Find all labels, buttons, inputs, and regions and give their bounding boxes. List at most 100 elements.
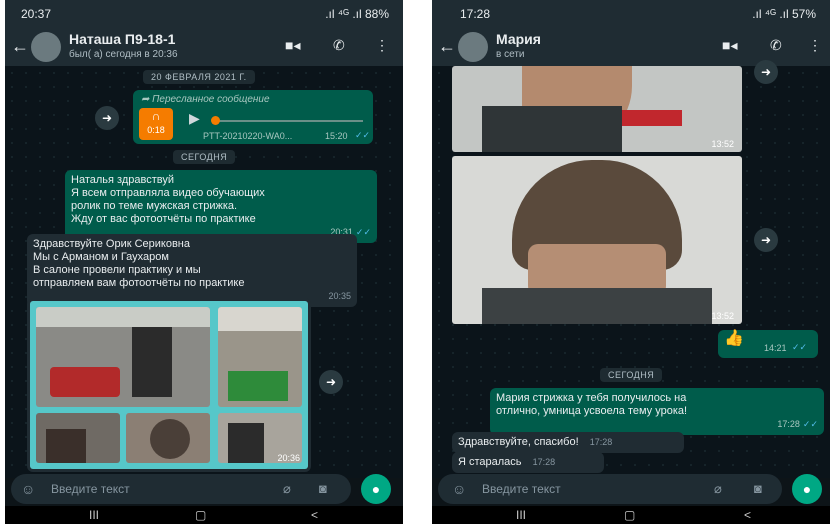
message-line: отправляем вам фотоотчёты по практике: [33, 277, 245, 289]
sticker-message[interactable]: 👍 14:21 ✓✓: [718, 330, 818, 358]
message-line: отлично, умница усвоела тему урока!: [496, 405, 688, 417]
back-arrow-icon[interactable]: ←: [438, 36, 456, 57]
audio-progress-handle[interactable]: [211, 116, 220, 125]
message-line: Жду от вас фотоотчёты по практике: [71, 213, 256, 225]
double-check-icon: ✓✓: [355, 227, 371, 237]
message-text: Я старалась: [458, 456, 522, 468]
photo-tile: [218, 307, 302, 407]
message-time: 17:28: [589, 437, 613, 447]
message-time: 13:52: [711, 311, 734, 321]
message-time: 15:20: [325, 131, 348, 141]
incoming-message[interactable]: Я старалась 17:28: [452, 452, 604, 473]
mic-icon: ●: [802, 481, 812, 497]
status-bar: 20:37 .ıl ⁴ᴳ .ıl 88%: [5, 0, 403, 28]
message-list[interactable]: 13:52 ➜ 13:52 ➜ 👍 14:21 ✓✓ СЕГОДНЯ Мария…: [432, 60, 830, 478]
phone-icon[interactable]: ✆: [333, 37, 345, 54]
message-input-bar[interactable]: ☺ Введите текст ⌀ ◙: [438, 474, 782, 504]
chat-header: ← Наташа П9-18-1 был( а) сегодня в 20:36…: [5, 28, 403, 66]
date-divider: СЕГОДНЯ: [600, 368, 663, 382]
avatar[interactable]: [458, 32, 488, 62]
message-line: Наталья здравствуй: [71, 174, 174, 186]
message-time: 20:35: [328, 291, 351, 301]
double-check-icon: ✓✓: [792, 342, 808, 352]
forward-small-icon: ➦: [141, 94, 153, 105]
mic-button[interactable]: ●: [361, 474, 391, 504]
photo-tile: [126, 413, 210, 463]
photo-tile: [36, 307, 210, 407]
message-time: 17:28: [532, 457, 556, 467]
message-time: 13:52: [711, 139, 734, 149]
double-check-icon: ✓✓: [355, 130, 371, 140]
status-time: 17:28: [460, 7, 491, 21]
message-line: Я всем отправляла видео обучающих: [71, 187, 265, 199]
chat-screen-right: 17:28 .ıl ⁴ᴳ .ıl 57% ← Мария в сети ■◂ ✆…: [432, 0, 830, 524]
image-message[interactable]: 13:52: [452, 156, 742, 324]
status-bar: 17:28 .ıl ⁴ᴳ .ıl 57%: [432, 0, 830, 28]
contact-name[interactable]: Мария: [496, 31, 541, 47]
message-input[interactable]: Введите текст: [51, 482, 130, 496]
message-list[interactable]: 20 ФЕВРАЛЯ 2021 Г. ➜ ➦ Пересланное сообщ…: [5, 66, 403, 478]
mic-button[interactable]: ●: [792, 474, 822, 504]
video-call-icon[interactable]: ■◂: [285, 37, 300, 54]
image-message[interactable]: 20:36: [27, 298, 311, 472]
contact-name[interactable]: Наташа П9-18-1: [69, 31, 175, 47]
forward-icon[interactable]: ➜: [95, 106, 119, 130]
double-check-icon: ✓✓: [802, 419, 818, 429]
camera-icon[interactable]: ◙: [754, 481, 762, 496]
menu-dots-icon[interactable]: ⋮: [808, 37, 822, 54]
forwarded-label: Пересланное сообщение: [152, 94, 270, 105]
emoji-icon[interactable]: ☺: [21, 481, 35, 497]
audio-progress-track[interactable]: [213, 120, 363, 122]
audio-file-name: PTT-20210220-WA0...: [203, 131, 293, 141]
message-time: 17:28: [777, 419, 800, 429]
message-line: Мы с Арманом и Гаухаром: [33, 251, 169, 263]
message-line: Мария стрижка у тебя получилось на: [496, 392, 687, 404]
date-divider: СЕГОДНЯ: [173, 150, 236, 164]
date-divider: 20 ФЕВРАЛЯ 2021 Г.: [143, 70, 255, 84]
home-icon[interactable]: ▢: [195, 508, 206, 522]
chat-screen-left: 20:37 .ıl ⁴ᴳ .ıl 88% ← Наташа П9-18-1 бы…: [5, 0, 403, 524]
menu-dots-icon[interactable]: ⋮: [375, 37, 389, 54]
audio-duration: 0:18: [147, 125, 165, 135]
incoming-message[interactable]: Здравствуйте, спасибо! 17:28: [452, 432, 684, 453]
image-message[interactable]: 13:52: [452, 66, 742, 152]
play-icon[interactable]: ▶: [189, 111, 200, 125]
camera-icon[interactable]: ◙: [319, 481, 327, 496]
status-indicators: .ıl ⁴ᴳ .ıl 88%: [325, 7, 389, 21]
home-icon[interactable]: ▢: [624, 508, 635, 522]
message-line: Здравствуйте Орик Сериковна: [33, 238, 190, 250]
incoming-message[interactable]: Здравствуйте Орик Сериковна Мы с Арманом…: [27, 234, 357, 307]
status-time: 20:37: [21, 7, 52, 21]
attach-icon[interactable]: ⌀: [283, 481, 291, 497]
audio-message[interactable]: ➦ Пересланное сообщение ∩ 0:18 ▶ PTT-202…: [133, 90, 373, 144]
video-call-icon[interactable]: ■◂: [722, 37, 737, 54]
avatar[interactable]: [31, 32, 61, 62]
message-input-bar[interactable]: ☺ Введите текст ⌀ ◙: [11, 474, 351, 504]
message-input[interactable]: Введите текст: [482, 482, 561, 496]
audio-badge: ∩ 0:18: [139, 108, 173, 140]
thumbs-up-emoji: 👍: [724, 330, 744, 347]
forward-icon[interactable]: ➜: [754, 228, 778, 252]
back-arrow-icon[interactable]: ←: [11, 36, 29, 57]
message-time: 14:21: [764, 343, 787, 353]
recents-icon[interactable]: III: [89, 508, 99, 522]
back-nav-icon[interactable]: <: [744, 508, 751, 522]
message-line: В салоне провели практику и мы: [33, 264, 201, 276]
forward-icon[interactable]: ➜: [319, 370, 343, 394]
emoji-icon[interactable]: ☺: [452, 481, 466, 497]
forward-icon[interactable]: ➜: [754, 60, 778, 84]
message-time: 20:36: [277, 453, 300, 463]
mic-icon: ●: [371, 481, 381, 497]
outgoing-message[interactable]: Наталья здравствуй Я всем отправляла вид…: [65, 170, 377, 243]
back-nav-icon[interactable]: <: [311, 508, 318, 522]
collage-image[interactable]: 20:36: [30, 301, 308, 469]
android-nav-bar: III ▢ <: [5, 506, 403, 524]
contact-status: в сети: [496, 49, 525, 60]
phone-icon[interactable]: ✆: [770, 37, 782, 54]
status-indicators: .ıl ⁴ᴳ .ıl 57%: [752, 7, 816, 21]
recents-icon[interactable]: III: [516, 508, 526, 522]
attach-icon[interactable]: ⌀: [714, 481, 722, 497]
message-line: ролик по теме мужская стрижка.: [71, 200, 238, 212]
outgoing-message[interactable]: Мария стрижка у тебя получилось на отлич…: [490, 388, 824, 435]
photo-tile: [36, 413, 120, 463]
